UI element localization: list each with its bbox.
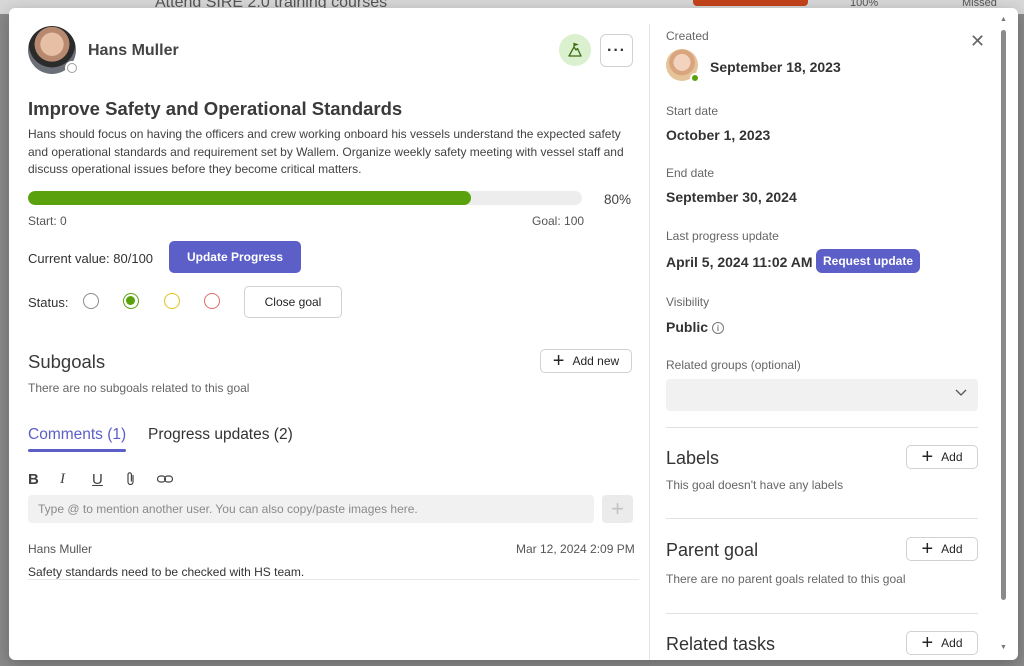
goal-progress-bar — [28, 191, 582, 205]
add-parent-goal-text: Add — [941, 542, 963, 556]
comment-input[interactable] — [28, 495, 594, 523]
labels-empty-text: This goal doesn't have any labels — [666, 478, 844, 492]
request-update-button[interactable]: Request update — [816, 249, 920, 273]
comment-text: Safety standards need to be checked with… — [28, 565, 305, 579]
presence-offline-icon — [65, 61, 79, 75]
link-icon[interactable] — [156, 470, 188, 488]
scroll-down-arrow-icon[interactable]: ▼ — [1000, 644, 1007, 651]
subgoals-title: Subgoals — [28, 351, 106, 372]
bold-icon[interactable]: B — [28, 470, 60, 488]
close-icon[interactable]: ✕ — [970, 32, 985, 50]
info-icon[interactable]: i — [712, 322, 724, 334]
subgoals-empty-text: There are no subgoals related to this go… — [28, 381, 250, 395]
created-label: Created — [666, 29, 709, 43]
related-tasks-title: Related tasks — [666, 634, 776, 654]
goal-main-panel: Hans Muller ··· Improve Safety and Opera… — [9, 8, 649, 660]
background-progress-bar — [693, 0, 808, 6]
comment-timestamp: Mar 12, 2024 2:09 PM — [516, 542, 635, 556]
start-date-label: Start date — [666, 104, 719, 118]
end-date-label: End date — [666, 166, 715, 180]
plus-icon: + — [552, 350, 565, 372]
status-radio-not-set[interactable] — [83, 293, 99, 309]
plus-icon: + — [611, 496, 624, 521]
section-divider — [666, 613, 978, 614]
visibility-label: Visibility — [666, 295, 710, 309]
underline-icon[interactable]: U — [92, 470, 124, 488]
tab-progress-updates[interactable]: Progress updates (2) — [148, 426, 293, 444]
parent-goal-title: Parent goal — [666, 540, 759, 560]
end-date-value: September 30, 2024 — [666, 189, 797, 205]
related-groups-dropdown[interactable] — [666, 379, 978, 411]
progress-percent: 80% — [604, 192, 632, 207]
add-parent-goal-button[interactable]: + Add — [906, 537, 978, 561]
attach-icon[interactable] — [124, 470, 156, 488]
goal-dialog: Hans Muller ··· Improve Safety and Opera… — [9, 8, 1018, 660]
start-date-value: October 1, 2023 — [666, 127, 771, 143]
visibility-value: Public — [666, 319, 709, 335]
related-groups-label: Related groups (optional) — [666, 358, 801, 372]
section-divider — [666, 427, 978, 428]
current-value: Current value: 80/100 — [28, 251, 154, 266]
send-comment-button[interactable]: + — [602, 495, 633, 523]
update-progress-button[interactable]: Update Progress — [169, 241, 301, 273]
add-subgoal-button[interactable]: + Add new — [540, 349, 632, 373]
status-radio-off-track[interactable] — [204, 293, 220, 309]
add-related-task-button[interactable]: + Add — [906, 631, 978, 655]
goal-progress-fill — [28, 191, 472, 205]
plus-icon: + — [921, 446, 934, 468]
last-update-value: April 5, 2024 11:02 AM — [666, 254, 813, 270]
goal-description: Hans should focus on having the officers… — [28, 127, 624, 176]
section-divider — [666, 518, 978, 519]
comment-divider — [28, 579, 639, 580]
owner-avatar[interactable] — [28, 26, 79, 75]
tab-comments[interactable]: Comments (1) — [28, 426, 127, 452]
status-label: Status: — [28, 295, 69, 310]
more-options-button[interactable]: ··· — [600, 34, 633, 67]
creator-avatar[interactable] — [666, 49, 700, 83]
comment-author: Hans Muller — [28, 542, 93, 556]
comment-toolbar: B I U — [28, 470, 188, 488]
scroll-up-arrow-icon[interactable]: ▲ — [1000, 16, 1007, 23]
created-date: September 18, 2023 — [710, 59, 841, 75]
presence-online-icon — [690, 73, 700, 83]
goal-title: Improve Safety and Operational Standards — [28, 98, 403, 119]
parent-goal-empty-text: There are no parent goals related to thi… — [666, 572, 906, 586]
add-subgoal-label: Add new — [572, 354, 620, 368]
plus-icon: + — [921, 632, 934, 654]
add-related-task-text: Add — [941, 636, 963, 650]
owner-name[interactable]: Hans Muller — [88, 42, 179, 60]
progress-goal-label: Goal: 100 — [532, 214, 585, 228]
status-radio-on-track[interactable] — [123, 293, 139, 309]
add-label-text: Add — [941, 450, 963, 464]
last-update-label: Last progress update — [666, 229, 779, 243]
add-label-button[interactable]: + Add — [906, 445, 978, 469]
plus-icon: + — [921, 538, 934, 560]
mountain-flag-icon — [568, 42, 582, 57]
close-goal-button[interactable]: Close goal — [244, 286, 342, 318]
goal-details-panel: ✕ Created September 18, 2023 Start date … — [650, 8, 1018, 660]
chevron-down-icon — [954, 385, 968, 402]
more-icon: ··· — [607, 41, 626, 59]
labels-title: Labels — [666, 448, 720, 468]
goal-type-button[interactable] — [559, 34, 591, 66]
details-scrollbar[interactable] — [1001, 30, 1006, 600]
status-radio-at-risk[interactable] — [164, 293, 180, 309]
italic-icon[interactable]: I — [60, 470, 92, 488]
progress-start-label: Start: 0 — [28, 214, 67, 228]
